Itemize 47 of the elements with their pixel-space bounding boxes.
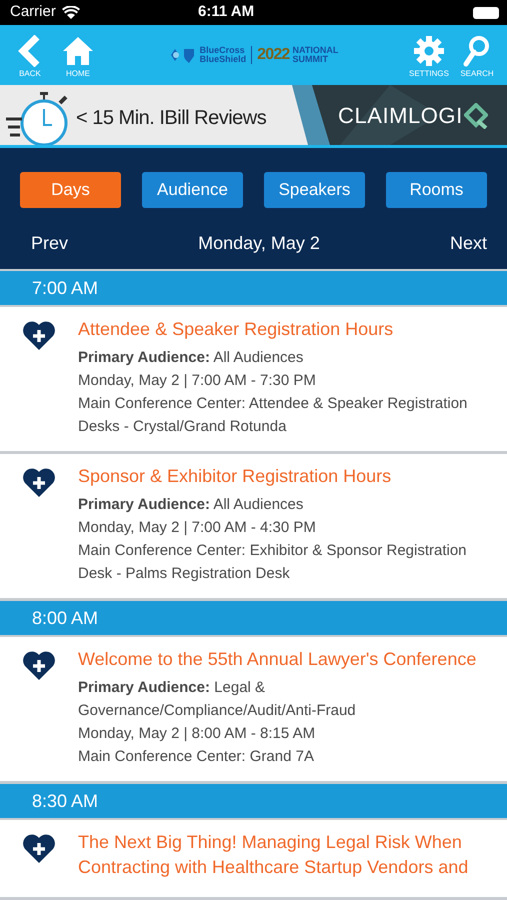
time-header: 7:00 AM [0, 271, 507, 307]
filter-tab[interactable]: Days [20, 172, 121, 208]
prev-button[interactable]: Prev [31, 230, 68, 257]
session-time: Monday, May 2 | 8:00 AM - 8:15 AM [78, 724, 316, 744]
brand-mark-icon [464, 102, 488, 128]
status-time: 6:11 AM [198, 2, 254, 22]
session-location: Main Conference Center: Grand 7A [78, 747, 315, 767]
banner-headline: < 15 Min. IBill Reviews [76, 106, 266, 131]
brand-text: BlueCross [200, 46, 246, 55]
event-text: NATIONAL [292, 46, 338, 55]
day-label: Monday, May 2 [198, 232, 320, 255]
settings-icon [413, 35, 445, 67]
home-icon [61, 35, 95, 67]
banner-brand: CLAIMLOGI [338, 102, 463, 130]
favorite-heart-icon[interactable] [22, 468, 56, 498]
wifi-icon [62, 6, 80, 19]
session-title[interactable]: Attendee & Speaker Registration Hours [78, 317, 485, 342]
session-title[interactable]: Sponsor & Exhibitor Registration Hours [78, 464, 485, 489]
session-title[interactable]: The Next Big Thing! Managing Legal Risk When Contracting with Healthcare Startup Vendors and [78, 830, 485, 880]
search-button[interactable]: SEARCH [453, 31, 501, 79]
home-button[interactable]: HOME [54, 31, 102, 79]
filter-tab[interactable]: Speakers [264, 172, 365, 208]
session-location: Main Conference Center: Attendee & Speaker Registration Desks - Crystal/Grand Rotunda [78, 394, 468, 437]
session-time: Monday, May 2 | 7:00 AM - 4:30 PM [78, 518, 317, 538]
session-location: Main Conference Center: Exhibitor & Sponsor Registration Desk - Palms Registration Desk [78, 541, 468, 584]
battery-icon [473, 7, 499, 19]
session-audience: Primary Audience: All Audiences [78, 495, 304, 515]
session-title[interactable]: Welcome to the 55th Annual Lawyer's Conference [78, 647, 485, 672]
favorite-heart-icon[interactable] [22, 321, 56, 351]
next-button[interactable]: Next [450, 230, 487, 257]
year-text: 2022 [257, 45, 290, 65]
time-header: 8:00 AM [0, 601, 507, 637]
event-text: SUMMIT [292, 55, 330, 64]
logo-icon [168, 46, 197, 64]
session-audience: Primary Audience: Legal & Governance/Compliance/Audit/Anti-Fraud [78, 678, 357, 721]
settings-button[interactable]: SETTINGS [405, 31, 453, 79]
search-icon [463, 35, 491, 67]
filter-tab[interactable]: Audience [142, 172, 243, 208]
favorite-heart-icon[interactable] [22, 651, 56, 681]
session-audience: Primary Audience: All Audiences [78, 348, 304, 368]
filter-tab[interactable]: Rooms [386, 172, 487, 208]
session-time: Monday, May 2 | 7:00 AM - 7:30 PM [78, 371, 317, 391]
brand-text: BlueShield [200, 55, 246, 64]
back-button[interactable]: BACK [6, 31, 54, 79]
time-header: 8:30 AM [0, 784, 507, 820]
carrier-label: Carrier [10, 2, 56, 22]
favorite-heart-icon[interactable] [22, 834, 56, 864]
